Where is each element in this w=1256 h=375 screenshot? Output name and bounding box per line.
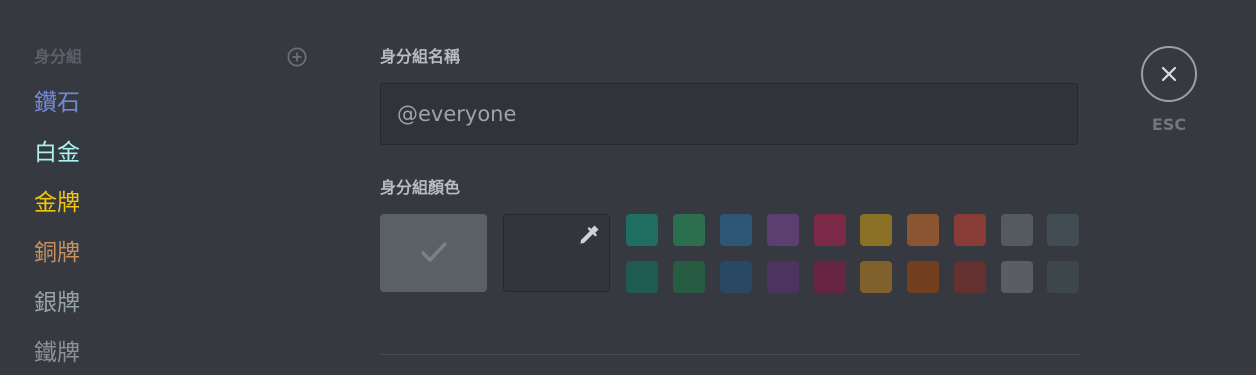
color-swatch[interactable] [907, 214, 939, 246]
role-item-diamond[interactable]: 鑽石 [34, 86, 80, 136]
role-item-label: 鐵牌 [34, 340, 80, 366]
role-list: 鑽石 白金 金牌 銅牌 銀牌 鐵牌 [34, 86, 80, 375]
role-item-label: 金牌 [34, 190, 80, 216]
color-swatch[interactable] [954, 261, 986, 293]
color-swatch[interactable] [673, 214, 705, 246]
color-swatch[interactable] [1001, 214, 1033, 246]
color-swatch[interactable] [814, 261, 846, 293]
color-swatch[interactable] [814, 214, 846, 246]
role-item-bronze[interactable]: 銅牌 [34, 236, 80, 286]
role-item-iron[interactable]: 鐵牌 [34, 336, 80, 375]
role-item-label: 白金 [34, 140, 80, 166]
default-color-swatch[interactable] [380, 214, 487, 292]
color-swatch[interactable] [626, 214, 658, 246]
role-name-input[interactable] [380, 83, 1078, 145]
color-swatch[interactable] [860, 261, 892, 293]
esc-label: ESC [1151, 115, 1187, 134]
color-swatch[interactable] [626, 261, 658, 293]
roles-sidebar-title: 身分組 [34, 47, 83, 66]
custom-color-picker[interactable] [503, 214, 610, 292]
role-item-label: 銅牌 [34, 240, 80, 266]
color-swatch[interactable] [954, 214, 986, 246]
color-swatch[interactable] [720, 214, 752, 246]
color-swatch[interactable] [720, 261, 752, 293]
role-item-label: 鑽石 [34, 90, 80, 116]
role-settings-page: 身分組 鑽石 白金 金牌 銅牌 銀牌 鐵牌 身分組名稱 身分組顏色 [0, 0, 1256, 375]
color-swatch[interactable] [767, 261, 799, 293]
color-swatch[interactable] [673, 261, 705, 293]
role-item-silver[interactable]: 銀牌 [34, 286, 80, 336]
role-item-gold[interactable]: 金牌 [34, 186, 80, 236]
color-swatch[interactable] [907, 261, 939, 293]
role-item-label: 銀牌 [34, 290, 80, 316]
close-icon [1161, 66, 1177, 82]
checkmark-icon [421, 242, 447, 262]
eyedropper-icon [580, 225, 599, 244]
color-swatch[interactable] [1047, 261, 1079, 293]
role-name-label: 身分組名稱 [380, 47, 461, 66]
color-swatch[interactable] [860, 214, 892, 246]
roles-sidebar-header: 身分組 [34, 46, 312, 68]
section-divider [380, 354, 1080, 355]
role-item-platinum[interactable]: 白金 [34, 136, 80, 186]
role-color-label: 身分組顏色 [380, 178, 461, 197]
color-swatch[interactable] [767, 214, 799, 246]
color-swatch[interactable] [1047, 214, 1079, 246]
add-role-icon[interactable] [287, 47, 307, 67]
color-swatch[interactable] [1001, 261, 1033, 293]
close-button[interactable] [1141, 46, 1197, 102]
